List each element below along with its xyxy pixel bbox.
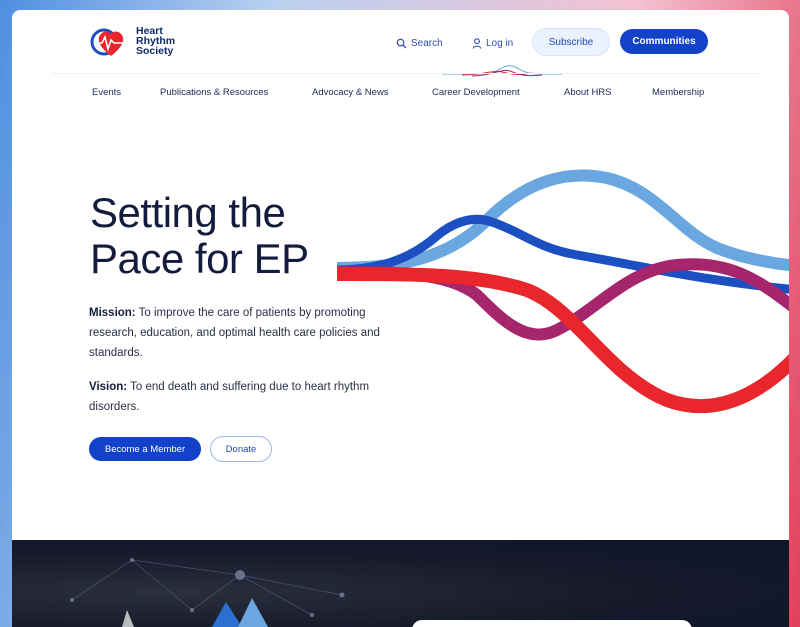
communities-button[interactable]: Communities	[620, 29, 708, 54]
page: Heart Rhythm Society Search Log in Subsc…	[12, 10, 789, 627]
nav-item-advocacy[interactable]: Advocacy & News	[312, 87, 389, 98]
search-icon	[396, 38, 407, 49]
donate-button[interactable]: Donate	[210, 436, 272, 462]
vision-statement: Vision: To end death and suffering due t…	[89, 377, 389, 417]
featured-banner	[12, 540, 789, 627]
search-label: Search	[411, 37, 443, 49]
hero-title: Setting the Pace for EP	[90, 190, 350, 282]
vision-label: Vision:	[89, 381, 128, 393]
mission-label: Mission:	[89, 307, 136, 319]
hero-title-line-1: Setting the	[90, 189, 286, 236]
site-logo[interactable]: Heart Rhythm Society	[90, 22, 175, 60]
user-icon	[472, 37, 482, 49]
hero-wave-graphic	[337, 169, 789, 414]
login-label: Log in	[486, 37, 514, 49]
nav-item-about[interactable]: About HRS	[564, 87, 612, 98]
nav-item-events[interactable]: Events	[92, 87, 121, 98]
vision-text: To end death and suffering due to heart …	[89, 381, 370, 413]
header-divider	[52, 73, 759, 74]
logo-wordmark: Heart Rhythm Society	[136, 26, 175, 57]
nav-item-membership[interactable]: Membership	[652, 87, 704, 98]
heart-logo-icon	[90, 28, 130, 56]
network-graphic	[70, 558, 345, 627]
nav-item-career[interactable]: Career Development	[432, 87, 520, 98]
nav-item-publications[interactable]: Publications & Resources	[160, 87, 268, 98]
become-member-button[interactable]: Become a Member	[89, 437, 201, 461]
login-link[interactable]: Log in	[472, 30, 513, 56]
site-header: Heart Rhythm Society Search Log in Subsc…	[12, 10, 789, 82]
logo-line-3: Society	[136, 45, 174, 57]
main-nav: Events Publications & Resources Advocacy…	[12, 87, 789, 107]
subscribe-button[interactable]: Subscribe	[532, 28, 610, 56]
mission-statement: Mission: To improve the care of patients…	[89, 303, 389, 363]
search-link[interactable]: Search	[396, 30, 443, 56]
header-wave-decoration	[442, 65, 562, 77]
hero-title-line-2: Pace for EP	[90, 235, 309, 282]
featured-card-top	[412, 620, 692, 627]
